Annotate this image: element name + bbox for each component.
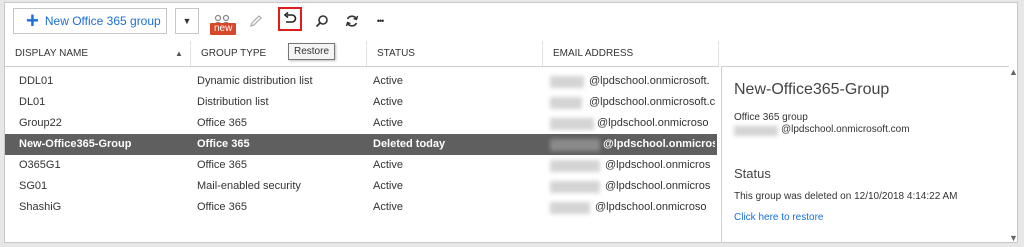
cell-group-type: Dynamic distribution list bbox=[197, 75, 313, 87]
cell-email-address: @lpdschool.onmicros bbox=[605, 180, 711, 192]
table-row[interactable]: Group22 Office 365 Active @lpdschool.onmicr… bbox=[5, 113, 717, 134]
table-row[interactable]: DDL01 Dynamic distribution list Active @lpd… bbox=[5, 71, 717, 92]
plus-icon: + bbox=[26, 8, 39, 33]
detail-email: @lpdschool.onmicrosoft.com bbox=[781, 124, 910, 135]
sort-ascending-icon: ▲ bbox=[175, 49, 183, 58]
groups-page: + New Office 365 group ▼ new Restore •••… bbox=[4, 2, 1018, 243]
column-group-type[interactable]: GROUP TYPE bbox=[191, 41, 367, 66]
cell-group-type: Distribution list bbox=[197, 96, 269, 108]
scroll-down-icon[interactable]: ▼ bbox=[1009, 233, 1017, 242]
redacted-email-prefix bbox=[734, 126, 778, 136]
redacted-email-prefix bbox=[550, 160, 600, 172]
cell-group-type: Office 365 bbox=[197, 117, 247, 129]
cell-display-name: Group22 bbox=[19, 117, 62, 129]
refresh-icon[interactable] bbox=[341, 8, 363, 34]
new-group-dropdown-button[interactable]: ▼ bbox=[175, 8, 199, 34]
cell-status: Active bbox=[373, 96, 403, 108]
redacted-email-prefix bbox=[550, 181, 600, 193]
cell-status: Active bbox=[373, 180, 403, 192]
cell-email-address: @lpdschool.onmicros bbox=[603, 138, 715, 150]
table-row[interactable]: New-Office365-Group Office 365 Deleted tod… bbox=[5, 134, 717, 155]
table-row[interactable]: ShashiG Office 365 Active @lpdschool.onmicr… bbox=[5, 197, 717, 218]
cell-status: Active bbox=[373, 201, 403, 213]
pencil-icon[interactable] bbox=[245, 8, 267, 34]
table-header: DISPLAY NAME ▲ GROUP TYPE STATUS EMAIL A… bbox=[5, 41, 719, 67]
cell-display-name: ShashiG bbox=[19, 201, 62, 213]
cell-group-type: Office 365 bbox=[197, 159, 247, 171]
cell-group-type: Office 365 bbox=[197, 138, 250, 150]
more-icon[interactable]: ••• bbox=[369, 8, 391, 34]
detail-status-text: This group was deleted on 12/10/2018 4:1… bbox=[734, 191, 958, 202]
detail-title: New-Office365-Group bbox=[734, 81, 890, 98]
search-icon[interactable] bbox=[311, 8, 333, 34]
scroll-up-icon[interactable]: ▲ bbox=[1009, 67, 1017, 77]
cell-display-name: SG01 bbox=[19, 180, 48, 192]
restore-button[interactable] bbox=[278, 7, 302, 31]
new-office365-group-button[interactable]: + New Office 365 group bbox=[13, 8, 167, 34]
new-badge: new bbox=[210, 23, 237, 35]
cell-group-type: Office 365 bbox=[197, 201, 247, 213]
redacted-email-prefix bbox=[550, 202, 590, 214]
column-status[interactable]: STATUS bbox=[367, 41, 543, 66]
cell-status: Deleted today bbox=[373, 138, 446, 150]
cell-display-name: DL01 bbox=[19, 96, 46, 108]
cell-display-name: New-Office365-Group bbox=[19, 138, 132, 150]
chevron-down-icon: ▼ bbox=[182, 16, 192, 26]
detail-status-heading: Status bbox=[734, 166, 771, 181]
column-display-name[interactable]: DISPLAY NAME ▲ bbox=[5, 41, 191, 66]
cell-email-address: @lpdschool.onmicrosoft.c... bbox=[589, 96, 715, 108]
table-row[interactable]: DL01 Distribution list Active @lpdschool.on… bbox=[5, 92, 717, 113]
redacted-email-prefix bbox=[550, 139, 600, 151]
redacted-email-prefix bbox=[550, 76, 584, 88]
table-row[interactable]: SG01 Mail-enabled security Active @lpdschoo… bbox=[5, 176, 717, 197]
cell-email-address: @lpdschool.onmicros bbox=[605, 159, 711, 171]
cell-email-address: @lpdschool.onmicroso bbox=[597, 117, 709, 129]
redacted-email-prefix bbox=[550, 118, 594, 130]
restore-tooltip: Restore bbox=[288, 43, 336, 60]
cell-email-address: @lpdschool.onmicrosoft. bbox=[589, 75, 710, 87]
cell-status: Active bbox=[373, 159, 403, 171]
cell-status: Active bbox=[373, 75, 403, 87]
new-group-label: New Office 365 group bbox=[44, 14, 161, 28]
restore-link[interactable]: Click here to restore bbox=[734, 212, 823, 223]
restore-icon bbox=[283, 12, 297, 23]
details-pane: New-Office365-Group Office 365 group @lp… bbox=[721, 66, 1009, 242]
cell-display-name: O365G1 bbox=[19, 159, 61, 171]
column-email-address[interactable]: EMAIL ADDRESS bbox=[543, 41, 719, 66]
cell-email-address: @lpdschool.onmicroso bbox=[595, 201, 707, 213]
detail-group-type: Office 365 group bbox=[734, 112, 808, 123]
cell-status: Active bbox=[373, 117, 403, 129]
table-row[interactable]: O365G1 Office 365 Active @lpdschool.onmicro… bbox=[5, 155, 717, 176]
cell-group-type: Mail-enabled security bbox=[197, 180, 301, 192]
redacted-email-prefix bbox=[550, 97, 582, 109]
cell-display-name: DDL01 bbox=[19, 75, 54, 87]
